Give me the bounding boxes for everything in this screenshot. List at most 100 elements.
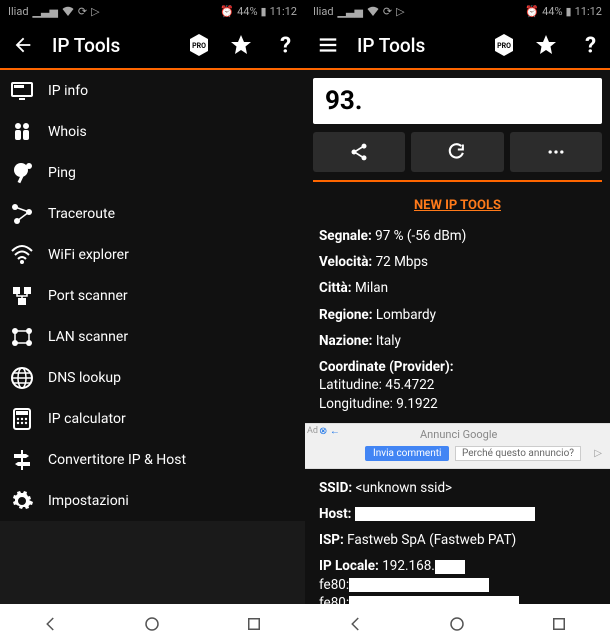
menu-item-dnslookup[interactable]: DNS lookup [0,357,305,398]
svg-text:PRO: PRO [497,42,511,50]
menu-item-settings[interactable]: Impostazioni [0,480,305,521]
play-icon: ▷ [396,5,404,18]
signal-icon: ▁▃▅ [33,5,58,18]
status-bar: Iliad ▁▃▅ ⟳ ▷ ⏰ 44% ▮ 11:12 [305,0,610,22]
censored-block [355,507,535,521]
ports-icon [10,284,34,308]
battery-label: 44% [542,5,562,18]
menu-label: Ping [48,165,76,181]
pro-badge[interactable]: PRO [492,33,516,57]
menu-label: DNS lookup [48,370,121,386]
gear-icon [10,489,34,513]
monitor-icon [10,79,34,103]
calculator-icon [10,407,34,431]
nav-back[interactable] [345,613,367,635]
censored-block [349,578,489,592]
pingpong-icon [10,161,34,185]
nav-home[interactable] [141,613,163,635]
ip-address-display: 93. [313,78,602,124]
ad-banner[interactable]: Ad ⊗ ← Annunci Google Invia commenti Per… [305,423,610,469]
sync-icon: ⟳ [383,5,392,18]
censored-block [349,596,519,604]
nation-row: Nazione: Italy [319,332,596,350]
alarm-icon: ⏰ [525,5,539,18]
wifi-status-icon [367,6,379,16]
menu-label: Impostazioni [48,493,129,509]
nav-recent[interactable] [548,613,570,635]
svg-text:PRO: PRO [192,42,206,50]
app-title: IP Tools [52,34,169,57]
speed-row: Velocità: 72 Mbps [319,253,596,271]
status-bar: Iliad ▁▃▅ ⟳ ▷ ⏰ 44% ▮ 11:12 [0,0,305,22]
menu-item-whois[interactable]: Whois [0,111,305,152]
ad-next-icon[interactable]: ▷ [594,448,602,459]
star-button[interactable] [229,33,253,57]
refresh-button[interactable] [411,132,503,172]
menu-label: IP calculator [48,411,126,427]
system-nav [305,604,610,644]
carrier-label: Iliad [8,5,29,18]
help-button[interactable]: ? [576,33,598,57]
region-row: Regione: Lombardy [319,306,596,324]
ssid-row: SSID: <unknown ssid> [319,479,596,497]
menu-label: IP info [48,83,88,99]
signal-icon: ▁▃▅ [338,5,363,18]
people-icon [10,120,34,144]
star-button[interactable] [534,33,558,57]
ip-value: 93. [325,86,362,116]
menu-item-traceroute[interactable]: Traceroute [0,193,305,234]
wifi-icon [10,243,34,267]
help-button[interactable]: ? [271,33,293,57]
play-icon: ▷ [91,5,99,18]
share-button[interactable] [313,132,405,172]
battery-icon: ▮ [261,5,267,18]
menu-label: Convertitore IP & Host [48,452,186,468]
alarm-icon: ⏰ [220,5,234,18]
ad-feedback-button[interactable]: Invia commenti [365,446,449,461]
nav-menu: IP info Whois Ping Traceroute WiFi explo… [0,70,305,521]
pro-badge[interactable]: PRO [187,33,211,57]
new-ip-tools-link[interactable]: NEW IP TOOLS [305,190,610,227]
coord-row: Coordinate (Provider): Latitudine: 45.47… [319,358,596,413]
app-title: IP Tools [357,34,474,57]
ad-tag: Ad [307,426,318,436]
menu-label: WiFi explorer [48,247,129,263]
isp-row: ISP: Fastweb SpA (Fastweb PAT) [319,531,596,549]
time-label: 11:12 [575,5,602,18]
iplocal-row: IP Locale: 192.168. fe80: fe80: [319,557,596,604]
host-row: Host: [319,505,596,523]
nav-recent[interactable] [243,613,265,635]
menu-item-iphost[interactable]: Convertitore IP & Host [0,439,305,480]
carrier-label: Iliad [313,5,334,18]
back-button[interactable] [12,34,34,56]
nav-home[interactable] [446,613,468,635]
menu-item-lanscanner[interactable]: LAN scanner [0,316,305,357]
lan-icon [10,325,34,349]
svg-text:?: ? [585,33,596,57]
censored-block [435,560,465,574]
hamburger-button[interactable] [317,34,339,56]
signpost-icon [10,448,34,472]
menu-label: Traceroute [48,206,115,222]
menu-item-portscanner[interactable]: Port scanner [0,275,305,316]
svg-text:?: ? [280,33,291,57]
menu-item-ping[interactable]: Ping [0,152,305,193]
lat-value: Latitudine: 45.4722 [319,377,434,393]
ad-close-icon[interactable]: ⊗ ← [319,426,340,437]
more-button[interactable] [510,132,602,172]
ad-provider: Annunci Google [420,428,497,441]
battery-icon: ▮ [566,5,572,18]
globe-icon [10,366,34,390]
time-label: 11:12 [270,5,297,18]
app-bar: IP Tools PRO ? [305,22,610,70]
menu-item-wifiexplorer[interactable]: WiFi explorer [0,234,305,275]
menu-item-ipcalculator[interactable]: IP calculator [0,398,305,439]
nav-back[interactable] [40,613,62,635]
ad-why-button[interactable]: Perché questo annuncio? [455,446,581,461]
system-nav [0,604,305,644]
city-row: Città: Milan [319,279,596,297]
signal-row: Segnale: 97 % (-56 dBm) [319,227,596,245]
menu-label: Whois [48,124,87,140]
divider [313,180,602,182]
menu-item-ipinfo[interactable]: IP info [0,70,305,111]
